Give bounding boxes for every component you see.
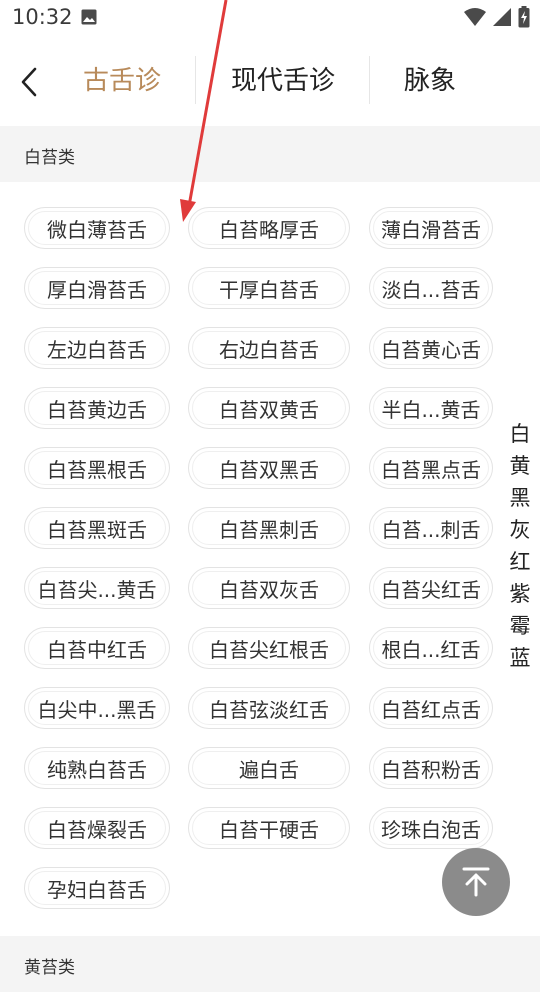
tongue-type-chip[interactable]: 白苔黄心舌 — [369, 327, 493, 369]
tongue-type-chip[interactable]: 白尖中...黑舌 — [24, 687, 170, 729]
image-icon — [81, 9, 97, 25]
status-time: 10:32 — [12, 5, 73, 29]
tongue-type-chip[interactable]: 左边白苔舌 — [24, 327, 170, 369]
tab-modern-tongue-diagnosis[interactable]: 现代舌诊 — [231, 63, 335, 99]
tongue-type-chip[interactable]: 白苔弦淡红舌 — [188, 687, 350, 729]
side-index-item[interactable]: 白 — [510, 418, 531, 450]
tongue-type-chip[interactable]: 白苔双黄舌 — [188, 387, 350, 429]
status-icons — [464, 6, 530, 32]
tongue-type-chip[interactable]: 根白...红舌 — [369, 627, 493, 669]
side-index-item[interactable]: 蓝 — [510, 642, 531, 674]
tongue-type-chip[interactable]: 白苔尖...黄舌 — [24, 567, 170, 609]
tongue-type-chip[interactable]: 白苔燥裂舌 — [24, 807, 170, 849]
tongue-type-chip[interactable]: 微白薄苔舌 — [24, 207, 170, 249]
tongue-type-chip[interactable]: 白苔黑斑舌 — [24, 507, 170, 549]
tongue-type-chip[interactable]: 白苔尖红根舌 — [188, 627, 350, 669]
tongue-type-chip[interactable]: 白苔黑点舌 — [369, 447, 493, 489]
scroll-to-top-icon — [462, 867, 490, 897]
side-index: 白黄黑灰红紫霉蓝 — [506, 418, 534, 674]
wifi-icon — [464, 7, 486, 31]
tongue-type-chip[interactable]: 白苔...刺舌 — [369, 507, 493, 549]
chevron-left-icon — [21, 67, 37, 97]
tongue-type-chip[interactable]: 半白...黄舌 — [369, 387, 493, 429]
side-index-item[interactable]: 灰 — [510, 514, 531, 546]
tongue-type-chip[interactable]: 干厚白苔舌 — [188, 267, 350, 309]
tongue-type-chip[interactable]: 白苔尖红舌 — [369, 567, 493, 609]
tab-pulse[interactable]: 脉象 — [404, 63, 456, 99]
side-index-item[interactable]: 紫 — [510, 578, 531, 610]
section-title: 白苔类 — [24, 148, 75, 168]
status-bar: 10:32 — [0, 0, 540, 36]
back-button[interactable] — [12, 62, 46, 102]
tongue-type-chip[interactable]: 遍白舌 — [188, 747, 350, 789]
tab-classic-tongue-diagnosis[interactable]: 古舌诊 — [83, 63, 161, 99]
tongue-type-chip[interactable]: 白苔黑刺舌 — [188, 507, 350, 549]
tongue-type-chip[interactable]: 珍珠白泡舌 — [369, 807, 493, 849]
tongue-type-chip[interactable]: 白苔略厚舌 — [188, 207, 350, 249]
scroll-to-top-button[interactable] — [442, 848, 510, 916]
tongue-type-chip[interactable]: 右边白苔舌 — [188, 327, 350, 369]
tongue-type-chip[interactable]: 白苔积粉舌 — [369, 747, 493, 789]
tongue-type-chip[interactable]: 白苔双灰舌 — [188, 567, 350, 609]
tongue-type-chip[interactable]: 孕妇白苔舌 — [24, 867, 170, 909]
tab-divider — [195, 56, 196, 104]
section-header: 白苔类 — [0, 126, 540, 182]
tongue-type-chip[interactable]: 白苔双黑舌 — [188, 447, 350, 489]
battery-charging-icon — [518, 6, 530, 32]
tongue-type-chip[interactable]: 纯熟白苔舌 — [24, 747, 170, 789]
tongue-type-chip[interactable]: 白苔黄边舌 — [24, 387, 170, 429]
side-index-item[interactable]: 红 — [510, 546, 531, 578]
tongue-type-chip[interactable]: 薄白滑苔舌 — [369, 207, 493, 249]
tongue-type-chip[interactable]: 白苔黑根舌 — [24, 447, 170, 489]
section-header: 黄苔类 — [0, 936, 540, 992]
section-title: 黄苔类 — [24, 958, 75, 978]
tongue-type-chip[interactable]: 白苔中红舌 — [24, 627, 170, 669]
side-index-item[interactable]: 霉 — [510, 610, 531, 642]
tab-divider — [369, 56, 370, 104]
tab-header: 古舌诊 现代舌诊 脉象 — [0, 36, 540, 126]
tongue-type-chip[interactable]: 淡白...苔舌 — [369, 267, 493, 309]
signal-icon — [492, 7, 512, 31]
tongue-type-chip[interactable]: 白苔干硬舌 — [188, 807, 350, 849]
side-index-item[interactable]: 黑 — [510, 482, 531, 514]
tongue-type-chip[interactable]: 厚白滑苔舌 — [24, 267, 170, 309]
tongue-type-chip[interactable]: 白苔红点舌 — [369, 687, 493, 729]
side-index-item[interactable]: 黄 — [510, 450, 531, 482]
